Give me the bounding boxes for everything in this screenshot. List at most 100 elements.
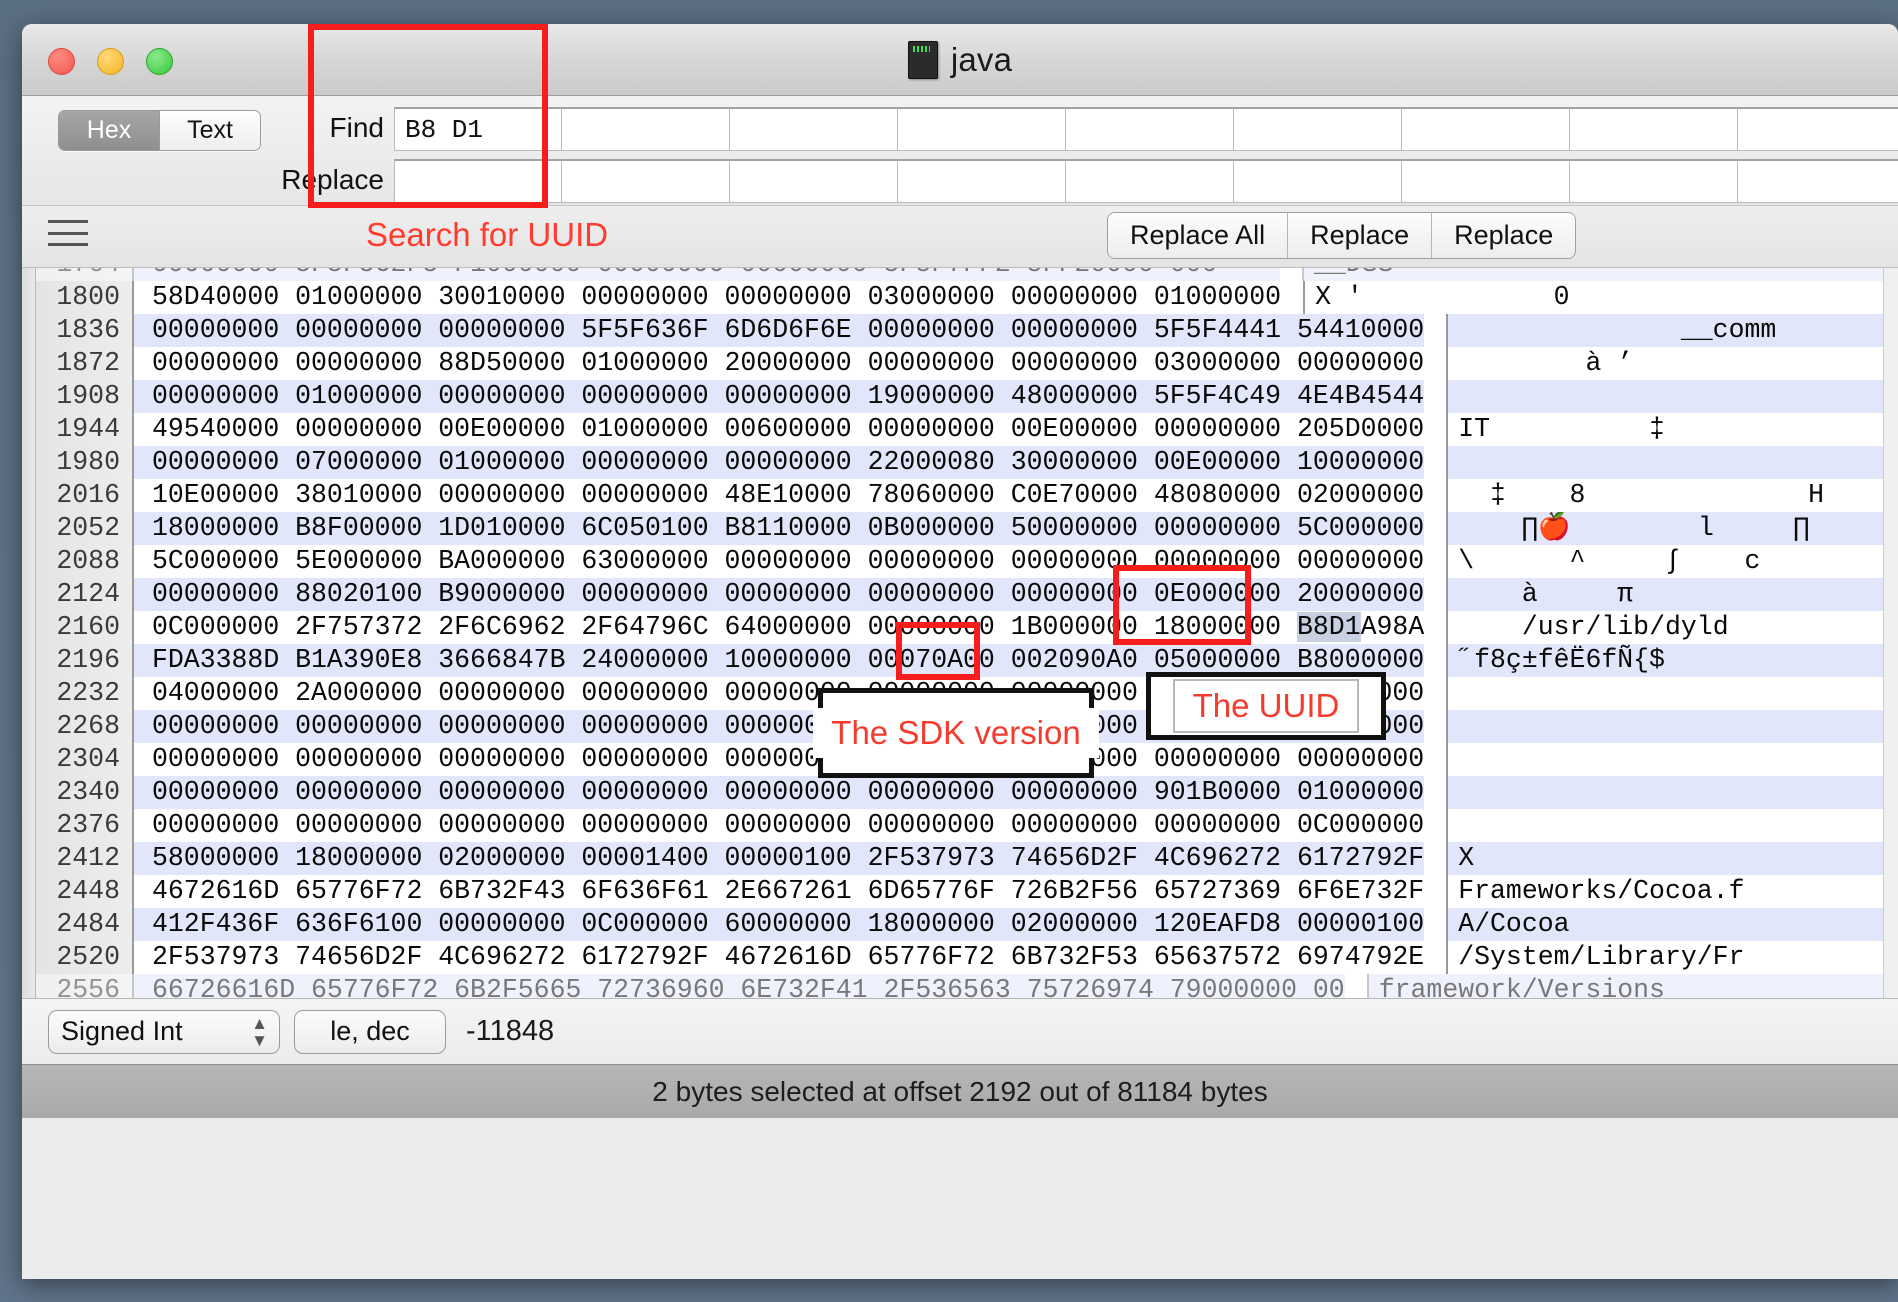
hex-row-ascii[interactable]: /usr/lib/dyld <box>1446 611 1898 644</box>
hex-row[interactable]: 190800000000 01000000 00000000 00000000 … <box>36 380 1898 413</box>
hex-row-bytes[interactable]: 0C000000 2F757372 2F6C6962 2F64796C 6400… <box>132 611 1424 644</box>
hex-row-ascii[interactable] <box>1446 776 1898 809</box>
hex-row-ascii[interactable]: \ ^ ∫ c <box>1446 545 1898 578</box>
hex-row[interactable]: 255666726616D 65776F72 6B2F5665 72736960… <box>36 974 1898 998</box>
hex-row[interactable]: 212400000000 88020100 B9000000 00000000 … <box>36 578 1898 611</box>
hex-row-ascii[interactable]: A/Cocoa <box>1446 908 1898 941</box>
replace-cell-8[interactable] <box>1570 159 1738 203</box>
hex-row[interactable]: 21600C000000 2F757372 2F6C6962 2F64796C … <box>36 611 1898 644</box>
replace-input[interactable] <box>395 161 561 202</box>
find-cell-5[interactable] <box>1066 107 1234 151</box>
hex-row[interactable]: 20885C000000 5E000000 BA000000 63000000 … <box>36 545 1898 578</box>
hex-row[interactable]: 187200000000 00000000 88D50000 01000000 … <box>36 347 1898 380</box>
hex-row[interactable]: 176400000000 5F5F5C2F5 F1000000 00000000… <box>36 268 1898 281</box>
hex-row-bytes[interactable]: 00000000 5F5F5C2F5 F1000000 00000000 000… <box>132 268 1280 281</box>
window-titlebar[interactable]: java <box>22 24 1898 96</box>
hex-row-offset: 2124 <box>36 578 132 611</box>
hex-row-ascii[interactable]: X ' 0 <box>1303 281 1898 314</box>
hex-row-ascii[interactable]: /System/Library/Fr <box>1446 941 1898 974</box>
hex-row[interactable]: 234000000000 00000000 00000000 00000000 … <box>36 776 1898 809</box>
find-cell-9[interactable] <box>1738 107 1898 151</box>
hex-row-bytes[interactable]: 00000000 07000000 01000000 00000000 0000… <box>132 446 1424 479</box>
find-cell-8[interactable] <box>1570 107 1738 151</box>
hex-row-ascii[interactable]: X <box>1446 842 1898 875</box>
hex-row[interactable]: 201610E00000 38010000 00000000 00000000 … <box>36 479 1898 512</box>
hex-row[interactable]: 180058D40000 01000000 30010000 00000000 … <box>36 281 1898 314</box>
hex-row-bytes[interactable]: 10E00000 38010000 00000000 00000000 48E1… <box>132 479 1424 512</box>
replace-cell-3[interactable] <box>730 159 898 203</box>
hex-row-bytes[interactable]: 66726616D 65776F72 6B2F5665 72736960 6E7… <box>132 974 1345 998</box>
hex-row[interactable]: 237600000000 00000000 00000000 00000000 … <box>36 809 1898 842</box>
find-cell-4[interactable] <box>898 107 1066 151</box>
find-input-cell[interactable] <box>394 107 562 151</box>
hex-row-ascii[interactable] <box>1446 710 1898 743</box>
replace-cell-6[interactable] <box>1234 159 1402 203</box>
find-cell-7[interactable] <box>1402 107 1570 151</box>
hex-row-bytes[interactable]: 49540000 00000000 00E00000 01000000 0060… <box>132 413 1424 446</box>
hex-row[interactable]: 198000000000 07000000 01000000 00000000 … <box>36 446 1898 479</box>
hex-row[interactable]: 2484412F436F 636F6100 00000000 0C000000 … <box>36 908 1898 941</box>
replace-cell-2[interactable] <box>562 159 730 203</box>
hex-row-bytes[interactable]: 00000000 00000000 00000000 00000000 0000… <box>132 809 1424 842</box>
hex-row-ascii[interactable] <box>1446 809 1898 842</box>
hex-row-ascii[interactable]: ˝f8ç±fêË6fÑ{$ <box>1446 644 1898 677</box>
replace-button[interactable]: Replace <box>1287 213 1431 258</box>
hex-row[interactable]: 183600000000 00000000 00000000 5F5F636F … <box>36 314 1898 347</box>
terminal-icon <box>908 41 938 79</box>
hex-row[interactable]: 2196FDA3388D B1A390E8 3666847B 24000000 … <box>36 644 1898 677</box>
hex-rows-container[interactable]: 176400000000 5F5F5C2F5 F1000000 00000000… <box>36 268 1898 998</box>
find-cell-2[interactable] <box>562 107 730 151</box>
hex-row[interactable]: 25202F537973 74656D2F 4C696272 6172792F … <box>36 941 1898 974</box>
hex-row[interactable]: 194449540000 00000000 00E00000 01000000 … <box>36 413 1898 446</box>
hex-row[interactable]: 24484672616D 65776F72 6B732F43 6F636F61 … <box>36 875 1898 908</box>
hex-row-offset: 1908 <box>36 380 132 413</box>
hex-row-bytes[interactable]: 58000000 18000000 02000000 00001400 0000… <box>132 842 1424 875</box>
hex-row-ascii[interactable]: à π <box>1446 578 1898 611</box>
hex-row-ascii[interactable]: IT ‡ <box>1446 413 1898 446</box>
hex-row-ascii[interactable] <box>1446 446 1898 479</box>
endianness-button[interactable]: le, dec <box>294 1010 446 1054</box>
find-cell-6[interactable] <box>1234 107 1402 151</box>
hex-row-bytes[interactable]: 412F436F 636F6100 00000000 0C000000 6000… <box>132 908 1424 941</box>
hex-row-bytes[interactable]: 4672616D 65776F72 6B732F43 6F636F61 2E66… <box>132 875 1424 908</box>
hex-row-ascii[interactable]: ∏🍎 l ∏ <box>1446 512 1898 545</box>
find-cell-3[interactable] <box>730 107 898 151</box>
hex-row-bytes[interactable]: 00000000 88020100 B9000000 00000000 0000… <box>132 578 1424 611</box>
hex-row-ascii[interactable]: à ’ <box>1446 347 1898 380</box>
hex-scrollbar[interactable] <box>1883 268 1898 998</box>
hex-row-ascii[interactable] <box>1446 380 1898 413</box>
hex-row-ascii[interactable]: __DSS <box>1302 268 1898 281</box>
hex-row-ascii[interactable]: framework/Versions <box>1367 974 1898 998</box>
hex-row-ascii[interactable]: __comm <box>1446 314 1898 347</box>
hex-row-ascii[interactable]: Frameworks/Cocoa.f <box>1446 875 1898 908</box>
hex-row-bytes[interactable]: 2F537973 74656D2F 4C696272 6172792F 4672… <box>132 941 1424 974</box>
replace-cell-7[interactable] <box>1402 159 1570 203</box>
hex-row-bytes[interactable]: 00000000 00000000 88D50000 01000000 2000… <box>132 347 1424 380</box>
find-input[interactable] <box>395 109 561 150</box>
replace-all-button[interactable]: Replace All <box>1108 213 1287 258</box>
hex-row-ascii[interactable]: ‡ 8 H <box>1446 479 1898 512</box>
hex-row[interactable]: 241258000000 18000000 02000000 00001400 … <box>36 842 1898 875</box>
replace-find-button[interactable]: Replace <box>1431 213 1575 258</box>
hex-row-bytes[interactable]: 18000000 B8F00000 1D010000 6C050100 B811… <box>132 512 1424 545</box>
hex-view[interactable]: 176400000000 5F5F5C2F5 F1000000 00000000… <box>22 268 1898 998</box>
replace-input-cell[interactable] <box>394 159 562 203</box>
menu-icon[interactable] <box>48 220 88 246</box>
hex-row-ascii[interactable] <box>1446 743 1898 776</box>
tab-hex[interactable]: Hex <box>59 111 159 150</box>
hex-row-bytes[interactable]: 5C000000 5E000000 BA000000 63000000 0000… <box>132 545 1424 578</box>
chevron-updown-icon: ▲▼ <box>251 1015 267 1049</box>
replace-cell-9[interactable] <box>1738 159 1898 203</box>
hex-row-bytes[interactable]: 00000000 00000000 00000000 00000000 0000… <box>132 743 1424 776</box>
replace-cell-5[interactable] <box>1066 159 1234 203</box>
replace-cell-4[interactable] <box>898 159 1066 203</box>
annotation-callout-sdk-version: The SDK version <box>818 688 1094 778</box>
hex-row-bytes[interactable]: 00000000 00000000 00000000 00000000 0000… <box>132 776 1424 809</box>
hex-row-bytes[interactable]: 00000000 01000000 00000000 00000000 0000… <box>132 380 1424 413</box>
data-type-select[interactable]: Signed Int ▲▼ <box>48 1010 280 1054</box>
hex-row[interactable]: 205218000000 B8F00000 1D010000 6C050100 … <box>36 512 1898 545</box>
selected-bytes[interactable]: B8D1 <box>1297 612 1361 642</box>
hex-row-bytes[interactable]: 58D40000 01000000 30010000 00000000 0000… <box>132 281 1281 314</box>
hex-row-bytes[interactable]: 00000000 00000000 00000000 5F5F636F 6D6D… <box>132 314 1424 347</box>
hex-row-ascii[interactable] <box>1446 677 1898 710</box>
